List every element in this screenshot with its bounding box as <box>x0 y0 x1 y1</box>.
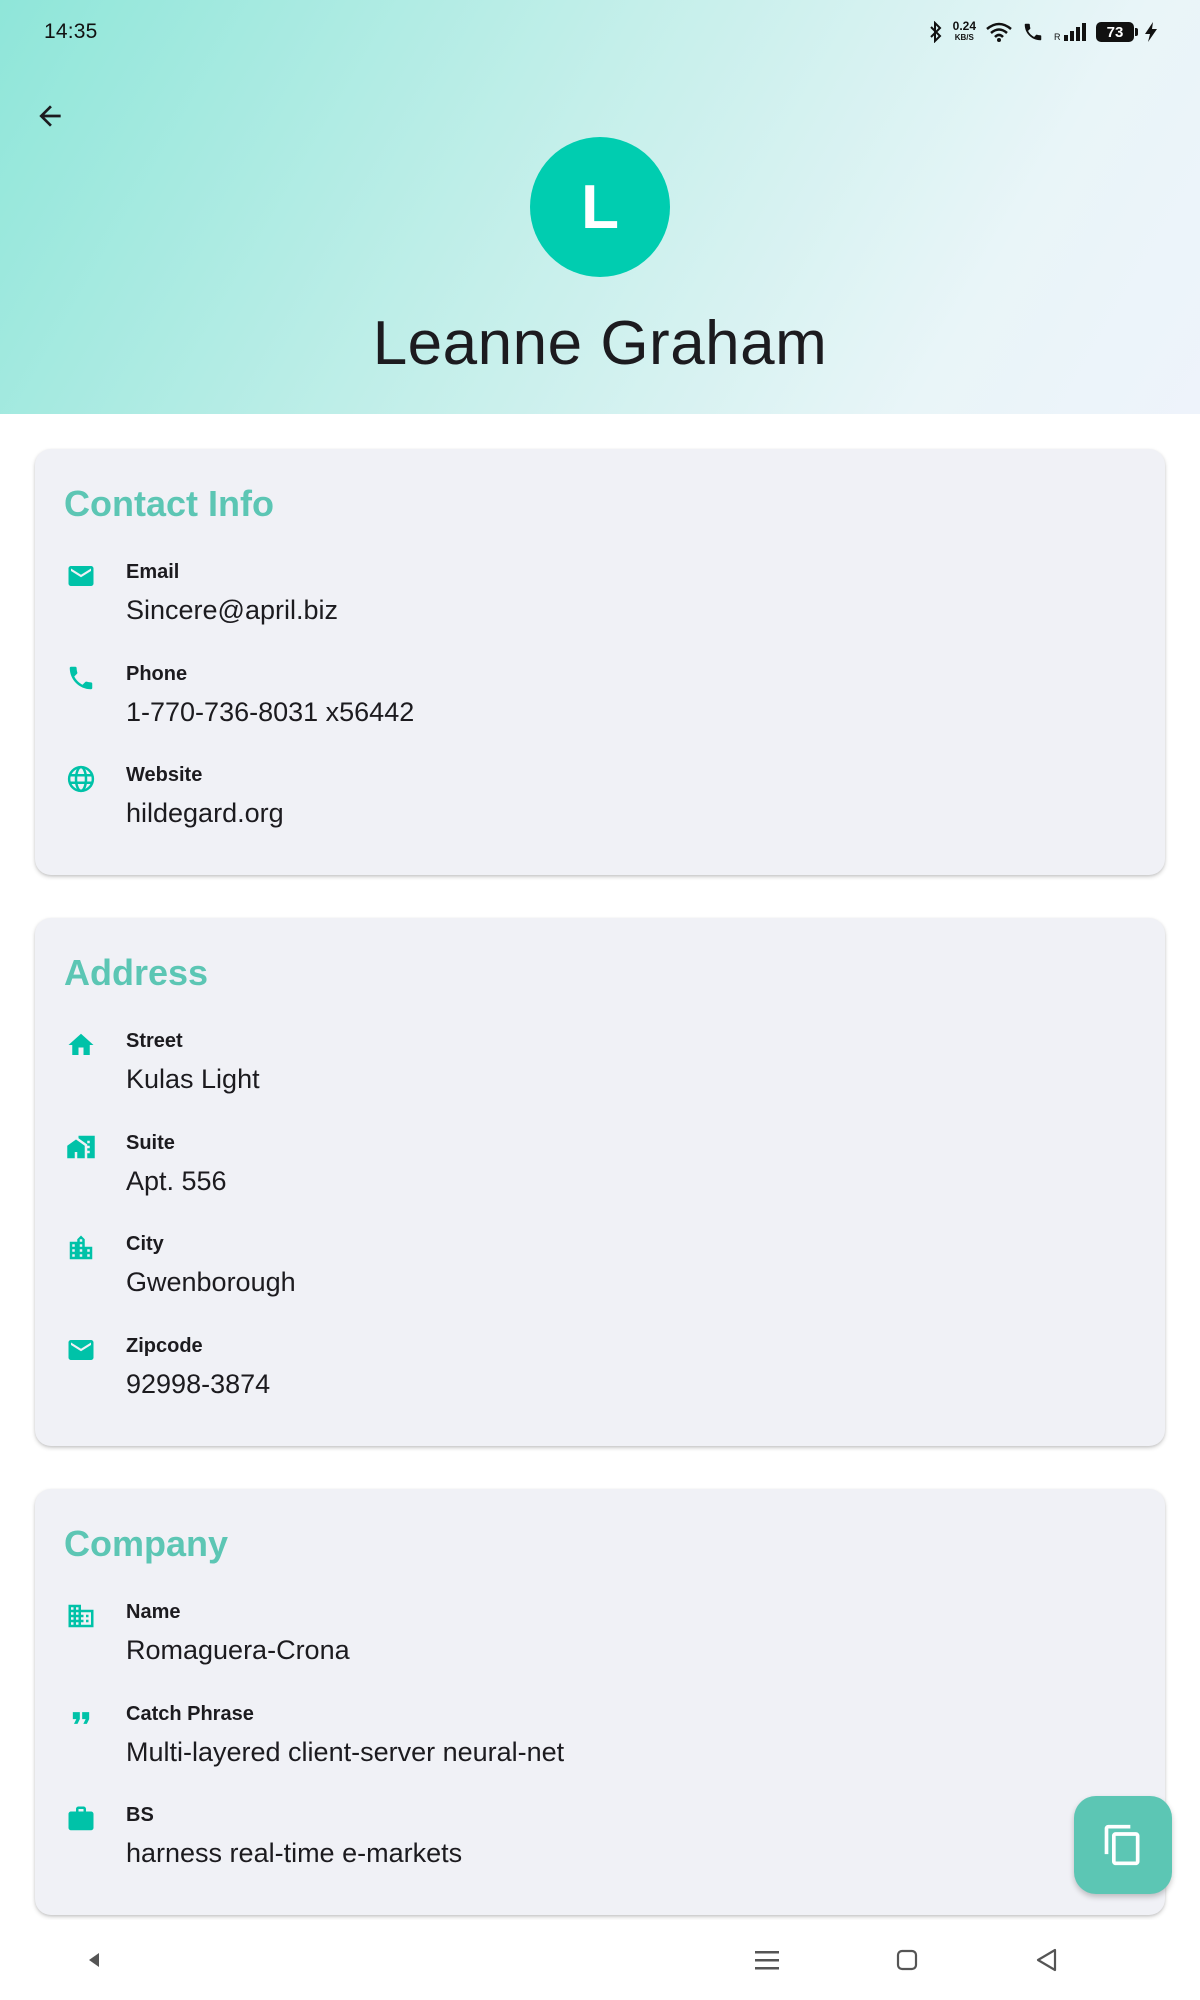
briefcase-icon <box>64 1802 98 1836</box>
quote-icon <box>64 1701 98 1735</box>
copy-icon <box>1104 1824 1140 1866</box>
network-speed-unit: KB/S <box>954 33 974 42</box>
phone-field: Phone 1-770-736-8031 x56442 <box>64 661 1114 741</box>
suite-value: Apt. 556 <box>126 1166 227 1196</box>
city-icon <box>64 1231 98 1265</box>
bs-label: BS <box>126 1804 154 1826</box>
globe-icon <box>64 762 98 796</box>
arrow-back-icon <box>39 105 61 127</box>
call-icon <box>1022 21 1044 43</box>
profile-name: Leanne Graham <box>372 309 828 378</box>
zipcode-field: Zipcode 92998-3874 <box>64 1333 1114 1413</box>
company-name-field: Name Romaguera-Crona <box>64 1599 1114 1679</box>
copy-button[interactable] <box>1074 1796 1172 1894</box>
square-home-icon <box>896 1949 918 1971</box>
bs-value: harness real-time e-markets <box>126 1838 463 1868</box>
website-label: Website <box>126 764 203 786</box>
avatar-initial: L <box>581 172 619 242</box>
network-speed-value: 0.24 <box>952 19 976 33</box>
nav-back-button[interactable] <box>1025 1938 1069 1982</box>
wifi-icon <box>986 22 1012 42</box>
nav-home-button[interactable] <box>885 1938 929 1982</box>
email-value: Sincere@april.biz <box>126 595 338 625</box>
home-icon <box>64 1028 98 1062</box>
phone-label: Phone <box>126 663 188 685</box>
status-time: 14:35 <box>44 20 98 43</box>
email-field: Email Sincere@april.biz <box>64 559 1114 639</box>
triangle-back-icon <box>1036 1948 1057 1972</box>
email-label: Email <box>126 561 180 583</box>
website-field: Website hildegard.org <box>64 762 1114 842</box>
street-value: Kulas Light <box>126 1064 260 1094</box>
svg-text:R: R <box>1054 32 1061 42</box>
address-card: Address Street Kulas Light Suite Apt. 55… <box>35 918 1165 1446</box>
city-field: City Gwenborough <box>64 1231 1114 1311</box>
mail-icon <box>64 1333 98 1367</box>
city-label: City <box>126 1233 164 1255</box>
bluetooth-icon <box>929 21 943 43</box>
city-value: Gwenborough <box>126 1267 296 1297</box>
email-icon <box>64 559 98 593</box>
suite-field: Suite Apt. 556 <box>64 1130 1114 1210</box>
business-icon <box>64 1599 98 1633</box>
company-name-label: Name <box>126 1601 181 1623</box>
company-card: Company Name Romaguera-Crona Catch Phras… <box>35 1489 1165 1915</box>
catch-phrase-field: Catch Phrase Multi-layered client-server… <box>64 1701 1114 1781</box>
signal-icon: R <box>1054 22 1086 42</box>
nav-collapse-button[interactable] <box>72 1938 116 1982</box>
zipcode-label: Zipcode <box>126 1335 203 1357</box>
profile-header: 14:35 0.24 KB/S R 73 L Leanne Graham <box>0 0 1200 414</box>
company-name-value: Romaguera-Crona <box>126 1635 350 1665</box>
address-title: Address <box>64 952 209 993</box>
status-bar: 14:35 0.24 KB/S R 73 <box>0 0 1200 64</box>
contact-info-card: Contact Info Email Sincere@april.biz Pho… <box>35 449 1165 875</box>
suite-label: Suite <box>126 1132 175 1154</box>
contact-info-title: Contact Info <box>64 483 274 524</box>
catch-phrase-value: Multi-layered client-server neural-net <box>126 1737 565 1767</box>
avatar: L <box>530 137 670 277</box>
charging-icon <box>1144 21 1158 43</box>
catch-phrase-label: Catch Phrase <box>126 1703 254 1725</box>
network-speed: 0.24 KB/S <box>952 19 976 43</box>
nav-menu-button[interactable] <box>745 1938 789 1982</box>
bs-field: BS harness real-time e-markets <box>64 1802 1114 1882</box>
system-nav-bar <box>0 1920 1200 2000</box>
street-field: Street Kulas Light <box>64 1028 1114 1108</box>
battery-indicator: 73 <box>1096 22 1138 42</box>
company-title: Company <box>64 1523 229 1564</box>
apartment-icon <box>64 1130 98 1164</box>
phone-icon <box>64 661 98 695</box>
phone-value: 1-770-736-8031 x56442 <box>126 697 415 727</box>
website-value: hildegard.org <box>126 798 284 828</box>
status-icons: 0.24 KB/S R 73 <box>929 19 1158 43</box>
small-triangle-left-icon <box>89 1953 99 1967</box>
back-button[interactable] <box>22 88 78 144</box>
street-label: Street <box>126 1030 183 1052</box>
zipcode-value: 92998-3874 <box>126 1369 271 1399</box>
menu-icon <box>755 1951 779 1970</box>
